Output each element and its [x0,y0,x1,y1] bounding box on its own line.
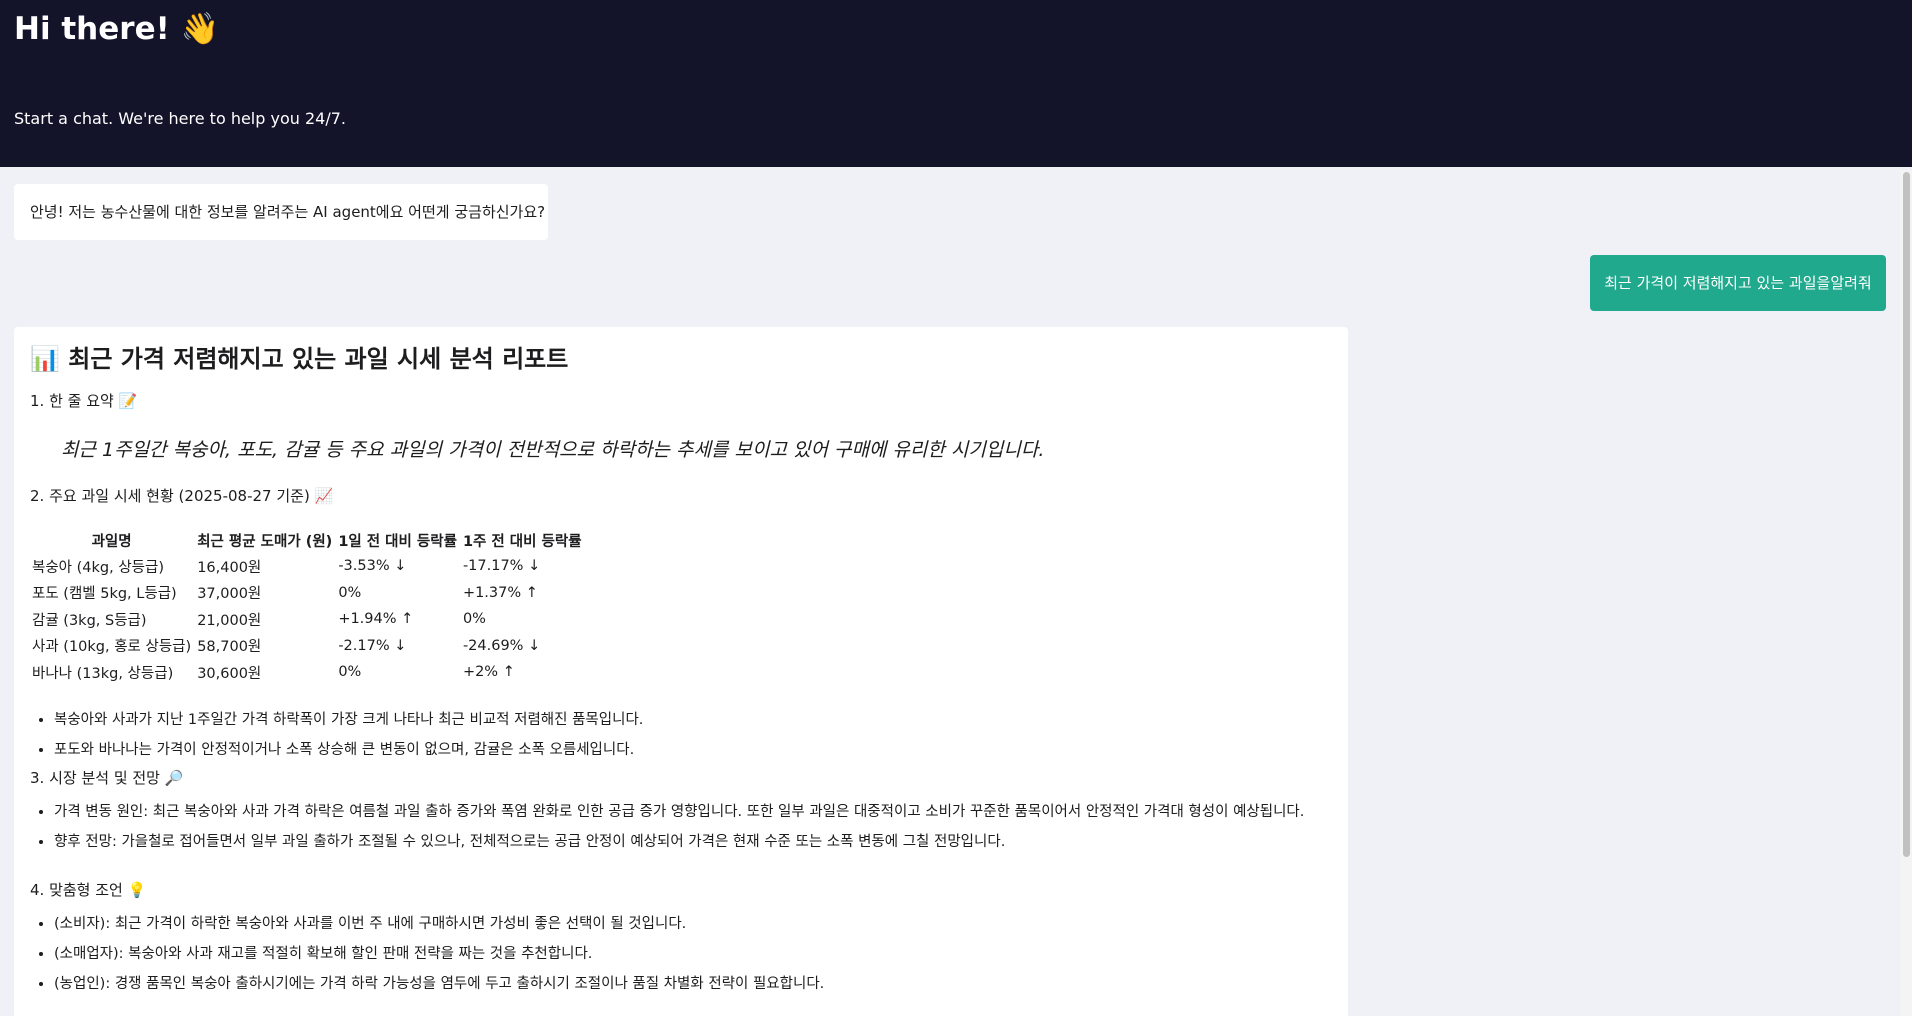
section-prices-title: 2. 주요 과일 시세 현황 (2025-08-27 기준) 📈 [30,487,334,505]
report-title: 📊 최근 가격 저렴해지고 있는 과일 시세 분석 리포트 [30,345,569,373]
price-table: 과일명 최근 평균 도매가 (원) 1일 전 대비 등락률 1주 전 대비 등락… [30,527,586,686]
column-header: 1주 전 대비 등락률 [462,533,582,550]
summary-quote: 최근 1주일간 복숭아, 포도, 감귤 등 주요 과일의 가격이 전반적으로 하… [61,439,1045,461]
weekly-change: -24.69% ↓ [462,637,541,654]
fruit-name: 복숭아 (4kg, 상등급) [32,559,165,576]
column-header: 1일 전 대비 등락률 [338,533,457,550]
weekly-change: +2% ↑ [462,664,515,681]
weekly-change: -17.17% ↓ [462,558,541,575]
list-item: (소비자): 최근 가격이 하락한 복숭아와 사과를 이번 주 내에 구매하시면… [54,909,824,939]
wholesale-price: 58,700원 [197,639,262,656]
column-header: 과일명 [91,533,132,550]
wholesale-price: 16,400원 [197,559,262,576]
fruit-name: 바나나 (13kg, 상등급) [32,665,174,682]
bot-message-report: 📊 최근 가격 저렴해지고 있는 과일 시세 분석 리포트 1. 한 줄 요약 … [14,327,1348,1016]
prices-bullet-list: 복숭아와 사과가 지난 1주일간 가격 하락폭이 가장 크게 나타나 최근 비교… [30,705,643,765]
header-title: Hi there! 👋 [14,11,220,47]
daily-change: -2.17% ↓ [338,637,407,654]
table-row: 사과 (10kg, 홍로 상등급) 58,700원 -2.17% ↓ -24.6… [30,633,586,660]
weekly-change: 0% [462,611,486,628]
daily-change: 0% [338,584,362,601]
chat-scrollbar[interactable] [1900,170,1912,1016]
list-item: 향후 전망: 가을철로 접어들면서 일부 과일 출하가 조절될 수 있으나, 전… [54,827,1304,857]
list-item: 복숭아와 사과가 지난 1주일간 가격 하락폭이 가장 크게 나타나 최근 비교… [54,705,643,735]
table-row: 바나나 (13kg, 상등급) 30,600원 0% +2% ↑ [30,659,586,686]
section-analysis-title: 3. 시장 분석 및 전망 🔎 [30,769,184,787]
advice-bullet-list: (소비자): 최근 가격이 하락한 복숭아와 사과를 이번 주 내에 구매하시면… [30,909,824,999]
list-item: (농업인): 경쟁 품목인 복숭아 출하시기에는 가격 하락 가능성을 염두에 … [54,969,824,999]
table-row: 포도 (캠벨 5kg, L등급) 37,000원 0% +1.37% ↑ [30,580,586,607]
bot-message-greeting: 안녕! 저는 농수산물에 대한 정보를 알려주는 AI agent에요 어떤게 … [14,184,548,240]
fruit-name: 사과 (10kg, 홍로 상등급) [32,639,192,656]
table-row: 감귤 (3kg, S등급) 21,000원 +1.94% ↑ 0% [30,606,586,633]
wholesale-price: 37,000원 [197,586,262,603]
section-advice-title: 4. 맞춤형 조언 💡 [30,881,147,899]
daily-change: +1.94% ↑ [338,611,414,628]
fruit-name: 포도 (캠벨 5kg, L등급) [32,586,177,603]
daily-change: -3.53% ↓ [338,558,407,575]
section-summary-title: 1. 한 줄 요약 📝 [30,392,138,410]
list-item: 가격 변동 원인: 최근 복숭아와 사과 가격 하락은 여름철 과일 출하 증가… [54,797,1304,827]
column-header: 최근 평균 도매가 (원) [197,533,333,550]
user-message: 최근 가격이 저렴해지고 있는 과일을알려줘 [1590,255,1886,311]
wholesale-price: 21,000원 [197,612,262,629]
table-header-row: 과일명 최근 평균 도매가 (원) 1일 전 대비 등락률 1주 전 대비 등락… [30,527,586,553]
header-subtitle: Start a chat. We're here to help you 24/… [14,109,346,128]
list-item: (소매업자): 복숭아와 사과 재고를 적절히 확보해 할인 판매 전략을 짜는… [54,939,824,969]
table-row: 복숭아 (4kg, 상등급) 16,400원 -3.53% ↓ -17.17% … [30,553,586,580]
fruit-name: 감귤 (3kg, S등급) [32,612,147,629]
chat-area[interactable]: 안녕! 저는 농수산물에 대한 정보를 알려주는 AI agent에요 어떤게 … [0,167,1912,1016]
weekly-change: +1.37% ↑ [462,584,538,601]
daily-change: 0% [338,664,362,681]
list-item: 포도와 바나나는 가격이 안정적이거나 소폭 상승해 큰 변동이 없으며, 감귤… [54,735,643,765]
analysis-bullet-list: 가격 변동 원인: 최근 복숭아와 사과 가격 하락은 여름철 과일 출하 증가… [30,797,1304,857]
chat-header: Hi there! 👋 Start a chat. We're here to … [0,0,1912,167]
scrollbar-thumb[interactable] [1903,172,1910,857]
wholesale-price: 30,600원 [197,665,262,682]
